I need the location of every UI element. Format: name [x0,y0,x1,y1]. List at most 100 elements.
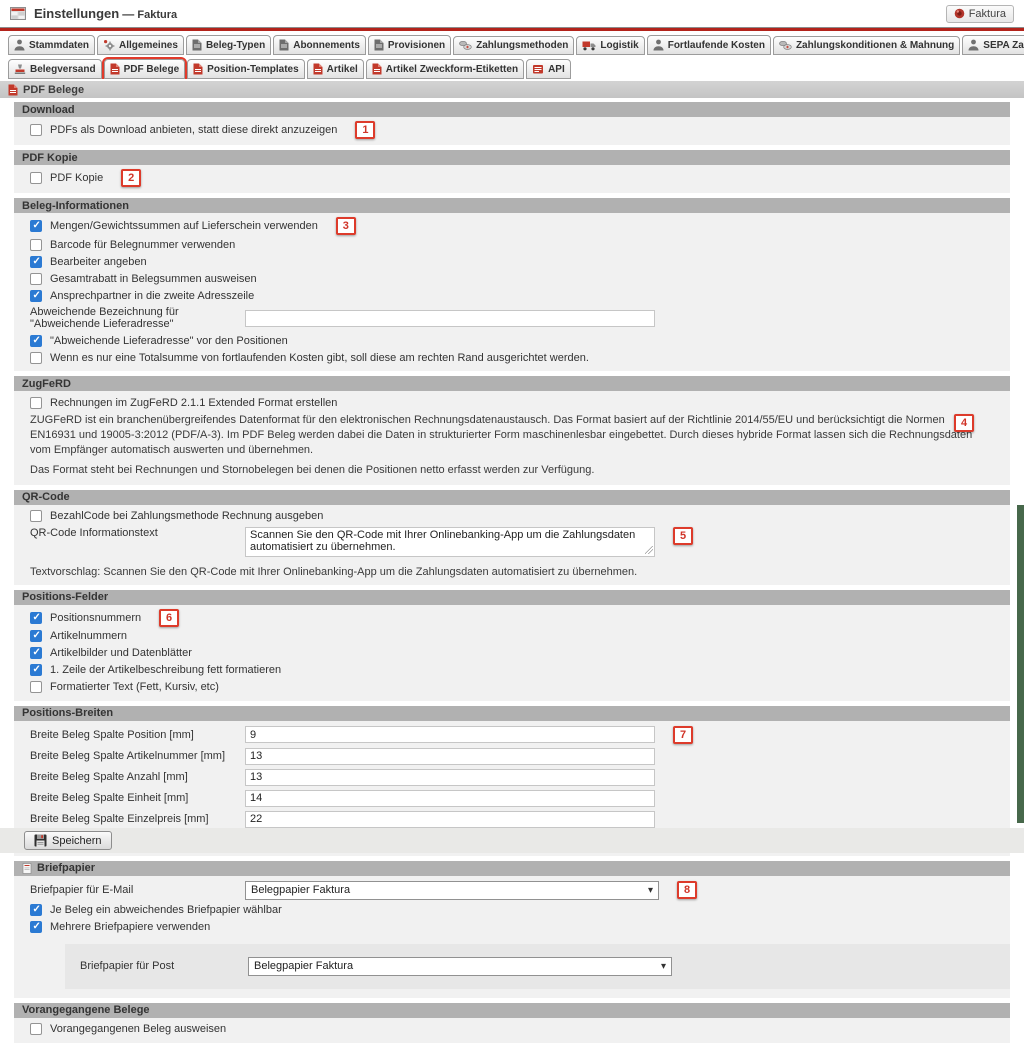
field-row-breite-einzelpreis: Breite Beleg Spalte Einzelpreis [mm] [14,809,1010,830]
checkbox-mehrere-briefpapiere[interactable] [30,921,42,933]
field-label: Briefpapier für Post [80,960,240,972]
annotation-callout: 2 [121,169,141,187]
checkbox-label: Vorangegangenen Beleg ausweisen [50,1023,226,1035]
checkbox-row-barcode-belegnummer: Barcode für Belegnummer verwenden [14,236,1010,253]
truck-icon [582,40,596,51]
checkbox-vorangegangenen-beleg[interactable] [30,1023,42,1035]
select-briefpapier-post[interactable]: Belegpapier Faktura [248,957,672,976]
tab-fortlaufende-kosten[interactable]: Fortlaufende Kosten [647,35,771,55]
tab-label: Fortlaufende Kosten [668,40,765,51]
section-header: Positions-Felder [14,590,1010,605]
checkbox-pdf-kopie[interactable] [30,172,42,184]
tab-allgemeines[interactable]: Allgemeines [97,35,184,55]
pdf-icon [110,63,120,75]
tab-abonnements[interactable]: Abonnements [273,35,366,55]
input-breite-artikelnummer[interactable] [245,748,655,765]
checkbox-row-gesamtrabatt: Gesamtrabatt in Belegsummen ausweisen [14,270,1010,287]
checkbox-totalsumme-rechts[interactable] [30,352,42,364]
checkbox-artikelbilder[interactable] [30,647,42,659]
checkbox-label: Gesamtrabatt in Belegsummen ausweisen [50,273,257,285]
field-label: Abweichende Bezeichnung für "Abweichende… [30,306,237,330]
checkbox-gesamtrabatt[interactable] [30,273,42,285]
input-breite-einzelpreis[interactable] [245,811,655,828]
tab-beleg-typen[interactable]: Beleg-Typen [186,35,271,55]
annotation-callout: 3 [336,217,356,235]
chevron-down-icon [661,960,666,972]
tab-stammdaten[interactable]: Stammdaten [8,35,95,55]
tab-label: SEPA Zahlungsverkehr [983,40,1024,51]
section-body: Positionsnummern6ArtikelnummernArtikelbi… [14,605,1010,701]
section-body: Mengen/Gewichtssummen auf Lieferschein v… [14,213,1010,371]
tab-api[interactable]: API [526,59,571,79]
checkbox-abweichende-lieferadresse-vor-positionen[interactable] [30,335,42,347]
title-dash: — [122,7,134,21]
tab-position-templates[interactable]: Position-Templates [187,59,305,79]
checkbox-label: PDFs als Download anbieten, statt diese … [50,124,337,136]
checkbox-barcode-belegnummer[interactable] [30,239,42,251]
checkbox-bezahlcode[interactable] [30,510,42,522]
settings-content: Download PDFs als Download anbieten, stat… [0,98,1024,1043]
person-icon [653,39,664,51]
checkbox-erste-zeile-fett[interactable] [30,664,42,676]
checkbox-label: PDF Kopie [50,172,103,184]
checkbox-row-positionsnummern: Positionsnummern6 [14,608,1010,628]
section-vorangegangene-belege: Vorangegangene Belege Vorangegangenen Bel… [14,1003,1010,1043]
field-label: Breite Beleg Spalte Artikelnummer [mm] [30,750,237,762]
tab-zahlungsmethoden[interactable]: Zahlungsmethoden [453,36,574,55]
checkbox-abweichendes-briefpapier[interactable] [30,904,42,916]
input-breite-position[interactable] [245,726,655,743]
checkbox-label: Positionsnummern [50,612,141,624]
stamp-icon [14,63,26,75]
checkbox-row-zugferd-erstellen: Rechnungen im ZugFeRD 2.1.1 Extended For… [14,394,1010,411]
field-row-briefpapier-post: Briefpapier für Post Belegpapier Faktura [80,957,995,976]
document-icon [279,39,289,51]
section-header: Download [14,102,1010,117]
section-title: Vorangegangene Belege [22,1004,150,1016]
gear-icon [103,39,115,51]
select-briefpapier-email[interactable]: Belegpapier Faktura [245,881,659,900]
section-header: PDF Kopie [14,150,1010,165]
checkbox-mengen-gewichtssummen[interactable] [30,220,42,232]
tab-sepa-zahlungsverkehr[interactable]: SEPA Zahlungsverkehr [962,35,1024,55]
checkbox-row-totalsumme-rechts: Wenn es nur eine Totalsumme von fortlauf… [14,349,1010,366]
checkbox-pdf-download[interactable] [30,124,42,136]
input-breite-einheit[interactable] [245,790,655,807]
textarea-qr-infotext[interactable]: Scannen Sie den QR-Code mit Ihrer Online… [245,527,655,557]
tab-label: Allgemeines [119,40,178,51]
tab-belegversand[interactable]: Belegversand [8,59,102,79]
tab-label: Provisionen [388,40,445,51]
titlebar: Einstellungen — Faktura Faktura [0,0,1024,27]
tab-artikel-zweckform-etiketten[interactable]: Artikel Zweckform-Etiketten [366,59,524,79]
checkbox-row-pdf-download: PDFs als Download anbieten, statt diese … [14,120,1010,140]
checkbox-row-mengen-gewichtssummen: Mengen/Gewichtssummen auf Lieferschein v… [14,216,1010,236]
section-body: PDF Kopie 2 [14,165,1010,193]
save-button[interactable]: Speichern [24,831,112,850]
section-body: Vorangegangenen Beleg ausweisen [14,1018,1010,1043]
section-header: Positions-Breiten [14,706,1010,721]
checkbox-formatierter-text[interactable] [30,681,42,693]
page-title: Einstellungen [34,6,119,21]
input-breite-anzahl[interactable] [245,769,655,786]
checkbox-bearbeiter-angeben[interactable] [30,256,42,268]
tab-zahlungskonditionen-mahnung[interactable]: Zahlungskonditionen & Mahnung [773,36,960,55]
field-label: Breite Beleg Spalte Einzelpreis [mm] [30,813,237,825]
checkbox-row-abweichendes-briefpapier: Je Beleg ein abweichendes Briefpapier wä… [14,902,1010,919]
paragraph: ZUGFeRD ist ein branchenübergreifendes D… [14,411,992,461]
tab-logistik[interactable]: Logistik [576,36,644,55]
tab-provisionen[interactable]: Provisionen [368,35,451,55]
checkbox-positionsnummern[interactable] [30,612,42,624]
tab-pdf-belege[interactable]: PDF Belege [104,59,186,79]
tab-artikel[interactable]: Artikel [307,59,364,79]
checkbox-label: Mengen/Gewichtssummen auf Lieferschein v… [50,220,318,232]
checkbox-zugferd-erstellen[interactable] [30,397,42,409]
breadcrumb: PDF Belege [0,81,1024,98]
section-title: ZugFeRD [22,378,71,390]
checkbox-artikelnummern[interactable] [30,630,42,642]
field-label: Breite Beleg Spalte Anzahl [mm] [30,771,237,783]
checkbox-ansprechpartner-adresszeile[interactable] [30,290,42,302]
input-abweichende-bezeichnung[interactable] [245,310,655,327]
checkbox-label: Wenn es nur eine Totalsumme von fortlauf… [50,352,589,364]
save-button-label: Speichern [52,835,102,847]
faktura-app-badge[interactable]: Faktura [946,5,1014,23]
section-download: Download PDFs als Download anbieten, stat… [14,102,1010,145]
